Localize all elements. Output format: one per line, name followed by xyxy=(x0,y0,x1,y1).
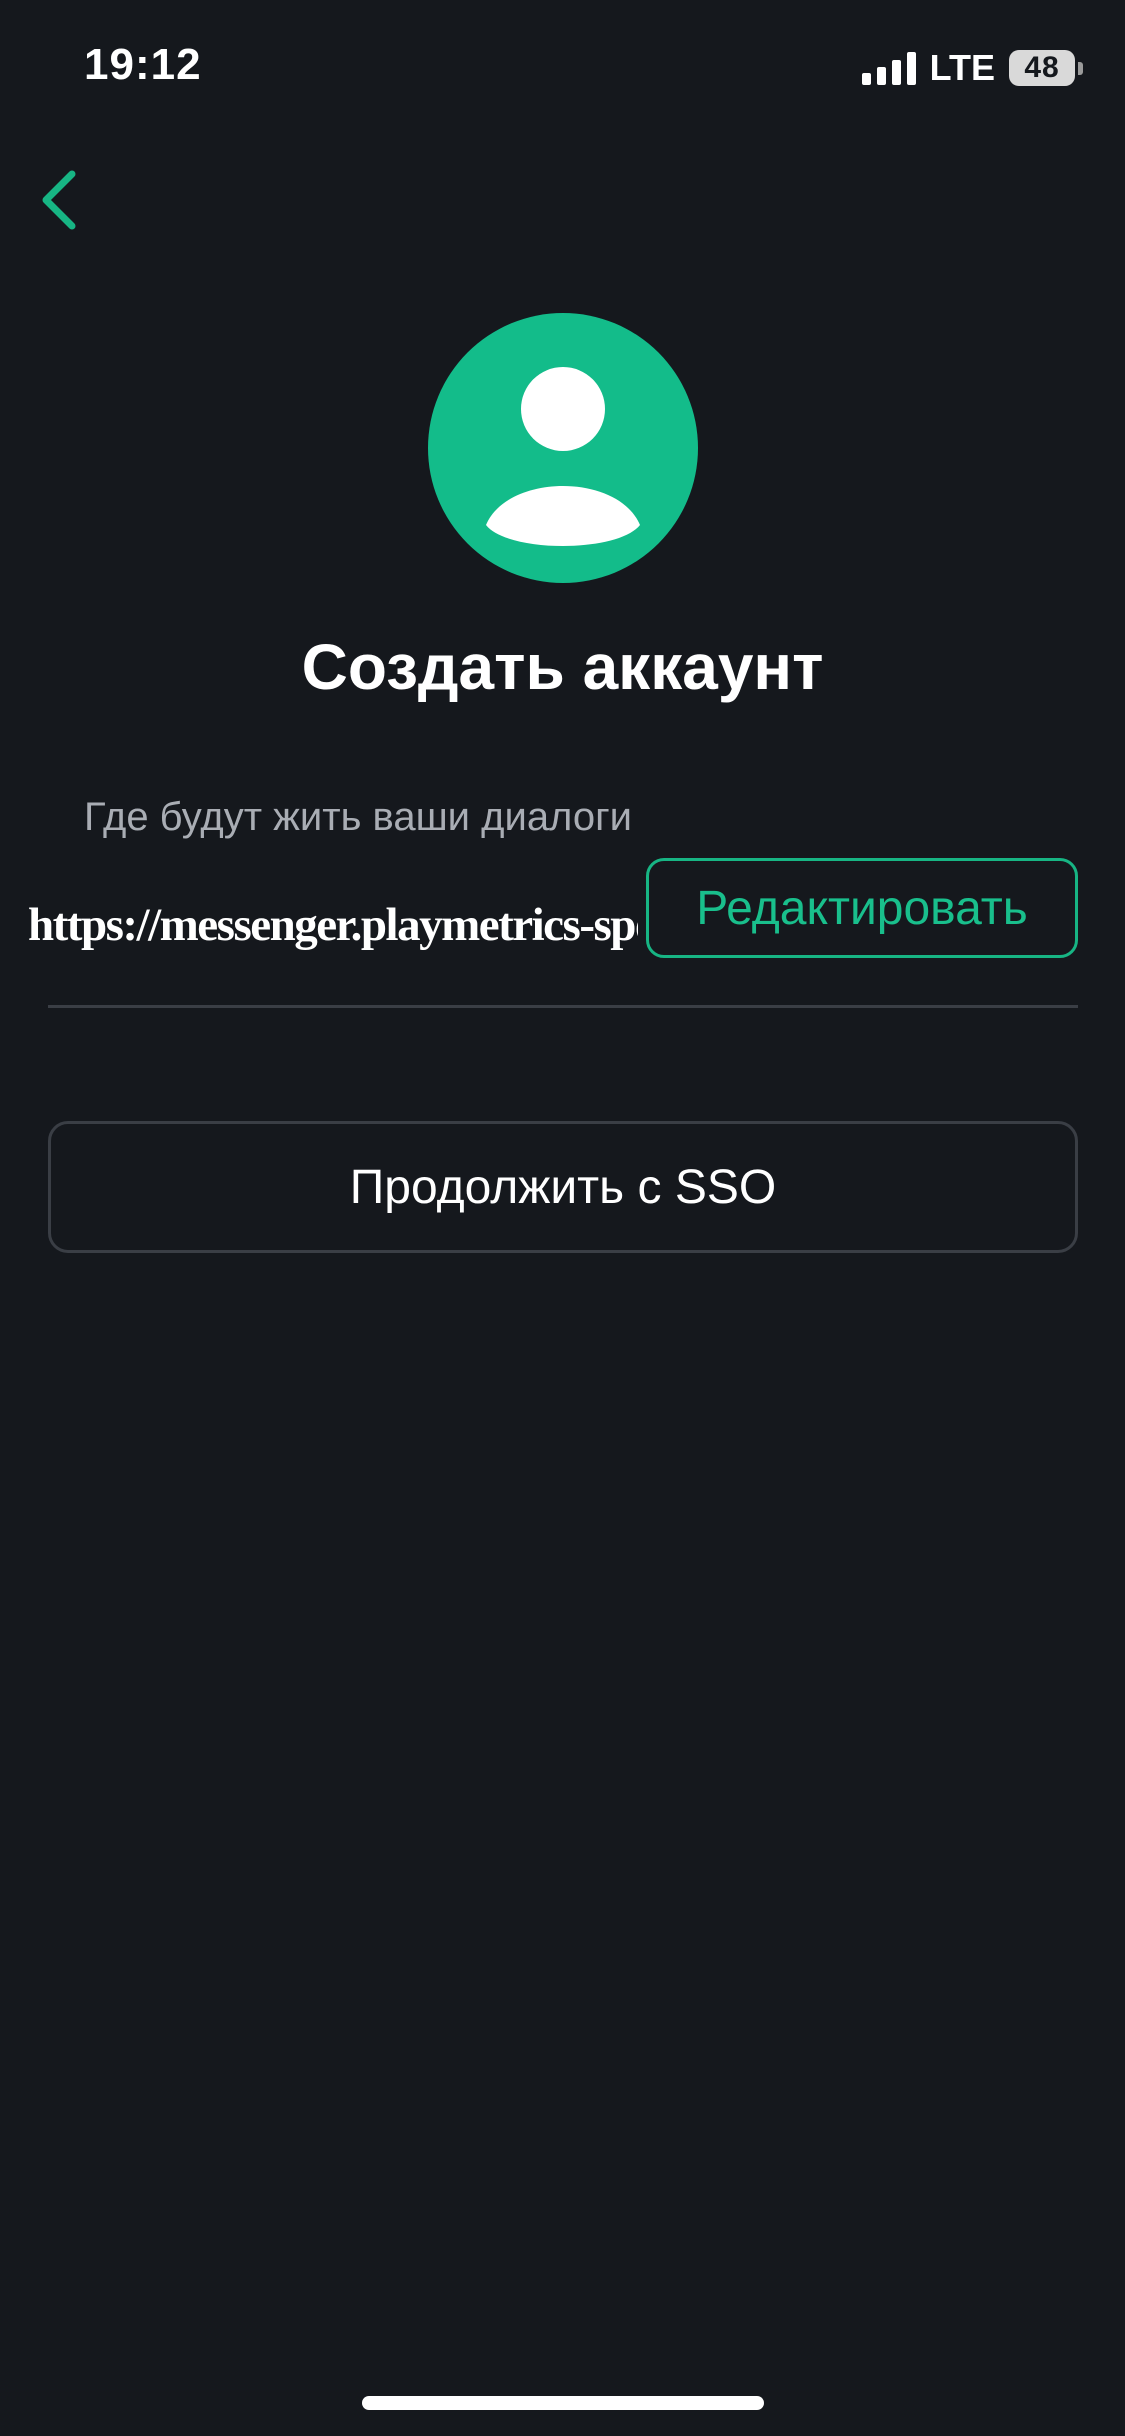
edit-server-button[interactable]: Редактировать xyxy=(646,858,1078,958)
divider xyxy=(48,1005,1078,1008)
battery-level: 48 xyxy=(1009,50,1075,86)
continue-sso-button[interactable]: Продолжить с SSO xyxy=(48,1121,1078,1253)
back-button[interactable] xyxy=(20,160,100,240)
status-time: 19:12 xyxy=(84,40,202,89)
chevron-left-icon xyxy=(42,170,76,230)
network-type: LTE xyxy=(929,47,995,88)
server-caption: Где будут жить ваши диалоги xyxy=(84,795,633,839)
home-indicator[interactable] xyxy=(362,2396,764,2410)
user-icon xyxy=(486,367,640,546)
page-title: Создать аккаунт xyxy=(301,631,824,703)
status-indicators: LTE 48 xyxy=(861,46,1083,90)
avatar xyxy=(428,313,698,583)
signal-icon xyxy=(861,51,916,85)
create-account-screen: 19:12 LTE 48 Создать аккаунт Где будут ж… xyxy=(0,0,1125,2436)
battery-icon: 48 xyxy=(1009,50,1083,86)
server-url: https://messenger.playmetrics-sport.ru xyxy=(28,899,638,951)
